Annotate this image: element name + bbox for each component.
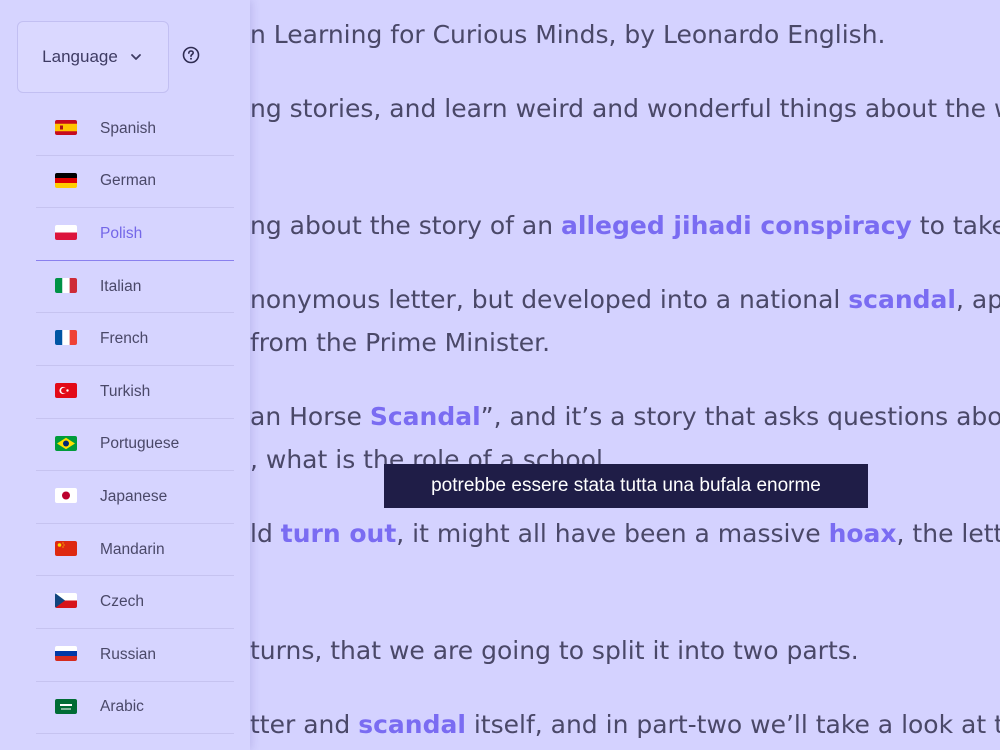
language-option-label: French <box>100 330 149 348</box>
transcript-line: an Horse Scandal”, and it’s a story that… <box>250 402 1000 432</box>
language-option-mandarin[interactable]: Mandarin <box>36 524 234 577</box>
transcript-text-segment: itself, and in part-two we’ll take a loo… <box>473 710 1000 739</box>
transcript-text-segment: nonymous letter, but developed into a na… <box>250 285 849 314</box>
language-option-portuguese[interactable]: Portuguese <box>36 419 234 472</box>
language-option-label: Arabic <box>100 698 144 716</box>
keyword-link[interactable]: alleged jihadi conspiracy <box>561 211 912 240</box>
transcript-text-segment: tter and <box>250 710 359 739</box>
language-option-label: Portuguese <box>100 435 180 453</box>
language-sidebar: Language Spanish German Polish Italian Frenc… <box>0 0 250 750</box>
germany-flag-icon <box>55 172 77 188</box>
transcript-text-segment: from the Prime Minister. <box>250 328 551 357</box>
keyword-link[interactable]: turn out <box>281 519 397 548</box>
language-option-russian[interactable]: Russian <box>36 629 234 682</box>
keyword-link[interactable]: scandal <box>848 285 956 314</box>
language-option-label: Italian <box>100 277 142 295</box>
russia-flag-icon <box>55 645 77 661</box>
transcript-line: ng stories, and learn weird and wonderfu… <box>250 94 1000 124</box>
transcript-line: nonymous letter, but developed into a na… <box>250 285 1000 315</box>
language-button-label: Language <box>42 47 118 66</box>
language-option-label: Mandarin <box>100 540 165 558</box>
language-option-label: Russian <box>100 645 156 663</box>
language-option-label: Polish <box>100 224 143 242</box>
keyword-link[interactable]: hoax <box>829 519 897 548</box>
language-option-label: Turkish <box>100 382 151 400</box>
transcript-text-segment: n Learning for Curious Minds, by Leonard… <box>250 20 886 49</box>
transcript-text-segment: turns, that we are going to split it int… <box>250 636 859 665</box>
translation-text: potrebbe essere stata tutta una bufala e… <box>431 475 821 496</box>
language-option-label: German <box>100 172 156 190</box>
language-option-label: Spanish <box>100 119 157 137</box>
transcript-text-segment: ng about the story of an <box>250 211 562 240</box>
language-option-spanish[interactable]: Spanish <box>36 103 234 156</box>
language-option-turkish[interactable]: Turkish <box>36 366 234 419</box>
poland-flag-icon <box>55 225 77 241</box>
language-option-arabic[interactable]: Arabic <box>36 682 234 735</box>
transcript-line: turns, that we are going to split it int… <box>250 636 859 666</box>
italy-flag-icon <box>55 277 77 293</box>
transcript-text-segment: , it might all have been a massive <box>396 519 829 548</box>
transcript-text-segment: , the letter th <box>896 519 1000 548</box>
transcript-line: ng about the story of an alleged jihadi … <box>250 211 1000 241</box>
transcript-line: from the Prime Minister. <box>250 328 550 358</box>
transcript-text-segment: an Horse <box>250 402 370 431</box>
language-list: Spanish German Polish Italian French Turkish P… <box>36 103 234 735</box>
language-option-italian[interactable]: Italian <box>36 261 234 314</box>
language-option-czech[interactable]: Czech <box>36 576 234 629</box>
saudi-arabia-flag-icon <box>55 698 77 714</box>
language-button[interactable]: Language <box>17 21 169 93</box>
transcript-text-segment: to take over <box>919 211 1000 240</box>
language-option-polish[interactable]: Polish <box>36 208 234 261</box>
transcript-line: tter and scandal itself, and in part-two… <box>250 710 1000 740</box>
spain-flag-icon <box>55 120 77 135</box>
translation-tooltip: potrebbe essere stata tutta una bufala e… <box>384 464 868 508</box>
transcript-text-segment: ”, and it’s a story that asks questions … <box>480 402 1000 431</box>
language-option-label: Czech <box>100 593 144 611</box>
language-option-japanese[interactable]: Japanese <box>36 471 234 524</box>
turkey-flag-icon <box>55 382 77 398</box>
chevron-down-icon <box>130 54 141 60</box>
language-option-french[interactable]: French <box>36 313 234 366</box>
transcript-text-segment: ng stories, and learn weird and wonderfu… <box>250 94 1000 123</box>
czech-flag-icon <box>55 593 77 609</box>
france-flag-icon <box>55 330 77 346</box>
china-flag-icon <box>55 540 77 556</box>
help-icon[interactable] <box>182 46 200 64</box>
transcript-line: ld turn out, it might all have been a ma… <box>250 519 1000 549</box>
transcript-text-segment: ld <box>250 519 281 548</box>
transcript-text-segment: , appeari <box>956 285 1000 314</box>
japan-flag-icon <box>55 488 77 504</box>
language-option-german[interactable]: German <box>36 156 234 209</box>
brazil-flag-icon <box>55 435 77 451</box>
language-option-label: Japanese <box>100 487 168 505</box>
keyword-link[interactable]: scandal <box>358 710 466 739</box>
keyword-link[interactable]: Scandal <box>370 402 481 431</box>
transcript-line: n Learning for Curious Minds, by Leonard… <box>250 20 886 50</box>
